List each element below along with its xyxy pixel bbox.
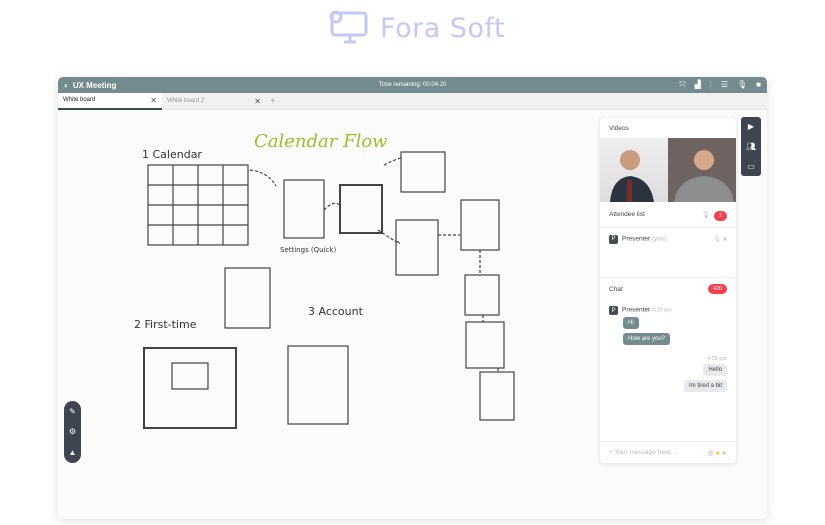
videos-toggle-icon[interactable]: ▶ — [748, 122, 754, 131]
tab-label: White board 2 — [167, 98, 205, 104]
tab-white-board[interactable]: White board ✕ — [58, 92, 162, 110]
add-tab-button[interactable]: + — [270, 96, 276, 107]
mic-icon[interactable]: 🎙︎ — [713, 236, 721, 243]
attach-icon[interactable]: + — [609, 449, 613, 456]
chat-message: Im tired a bit — [683, 380, 727, 392]
video-grid — [600, 138, 736, 202]
mic-muted-icon[interactable]: 🎙︎ — [702, 212, 710, 219]
close-icon[interactable]: ✕ — [150, 96, 157, 105]
sketch-label: 2 First-time — [134, 318, 197, 331]
message-sender: Presenter — [622, 306, 651, 314]
avatar: P — [609, 306, 618, 315]
side-panel: Videos Attendee list 🎙︎ 2 P Presenter (you)… — [600, 118, 736, 463]
you-label: (you) — [652, 235, 667, 242]
attendee-name: Presenter — [622, 235, 651, 242]
fullscreen-icon[interactable]: ⤧ — [679, 80, 685, 90]
warning-icon[interactable]: ▲ — [69, 448, 77, 457]
chat-messages: P Presenter 4:20 pm Hi How are you? 4:20 p… — [600, 300, 736, 394]
whiteboard-sketch: Calendar Flow 1 Calendar 2 First-time 3 … — [134, 131, 515, 429]
mic-icon[interactable]: 🎙︎ — [737, 80, 747, 90]
sketch-label: 1 Calendar — [142, 148, 202, 161]
attendees-toggle-icon[interactable]: 👥︎ — [746, 142, 756, 151]
tab-label: White board — [63, 97, 96, 103]
chat-input[interactable]: Your message here... — [615, 449, 677, 456]
chat-toggle-icon[interactable]: ▭ — [747, 162, 755, 171]
video-tile[interactable] — [668, 138, 736, 202]
chat-label: Chat — [609, 285, 623, 293]
chat-count-badge: 420 — [707, 284, 727, 294]
camera-icon[interactable]: ■ — [723, 236, 727, 243]
drawing-toolbar: ✎ ⚙ ▲ — [64, 401, 81, 463]
title-bar: ◐ UX Meeting Time remaining: 00:04:20 ⤧ … — [58, 77, 767, 93]
videos-header: Videos — [600, 118, 736, 138]
brand-logo: Fora Soft — [328, 10, 505, 46]
attendee-row: P Presenter (you) 🎙︎ ■ — [600, 228, 736, 250]
chat-message: Hi — [623, 317, 639, 329]
chat-message: Hello — [703, 364, 727, 376]
participant-video — [610, 150, 654, 202]
logo-icon — [329, 10, 368, 44]
message-time: 4:20 pm — [707, 356, 727, 362]
avatar: P — [609, 234, 618, 244]
participant-video — [674, 150, 734, 202]
tab-bar: White board ✕ White board 2 ✕ + — [58, 92, 767, 110]
send-icon[interactable]: ➤ — [722, 450, 727, 457]
close-icon[interactable]: ✕ — [254, 97, 261, 106]
videos-label: Videos — [609, 124, 629, 132]
mention-icon[interactable]: @ — [707, 450, 714, 457]
brand-name: Fora Soft — [380, 12, 506, 44]
chat-message: How are you? — [623, 333, 671, 345]
meeting-window: ◐ UX Meeting Time remaining: 00:04:20 ⤧ … — [58, 77, 767, 519]
emoji-icon[interactable]: ● — [716, 450, 720, 457]
attendee-label: Attendee list — [609, 211, 645, 218]
attendee-header[interactable]: Attendee list 🎙︎ 2 — [600, 202, 736, 228]
time-remaining: Time remaining: 00:04:20 — [378, 82, 447, 88]
tab-white-board-2[interactable]: White board 2 ✕ — [162, 93, 266, 110]
video-tile[interactable] — [600, 138, 668, 202]
attendee-count-badge: 2 — [713, 210, 727, 221]
sketch-label: 3 Account — [308, 305, 364, 318]
pen-icon[interactable]: ✎ — [69, 407, 76, 416]
camera-icon[interactable]: ■ — [756, 80, 761, 90]
sketch-title: Calendar Flow — [254, 131, 388, 152]
sketch-label: Settings (Quick) — [280, 246, 336, 254]
signal-icon[interactable]: ▟ — [695, 80, 701, 90]
panel-switcher: ▶ 👥︎ ▭ — [741, 117, 761, 176]
chat-input-bar: + Your message here... @ ● ➤ — [600, 441, 736, 463]
message-time: 4:20 pm — [652, 307, 672, 314]
chat-header[interactable]: Chat 420 — [600, 278, 736, 300]
settings-icon[interactable]: ⚙ — [69, 427, 76, 436]
layout-icon[interactable]: ☰ — [721, 80, 728, 90]
